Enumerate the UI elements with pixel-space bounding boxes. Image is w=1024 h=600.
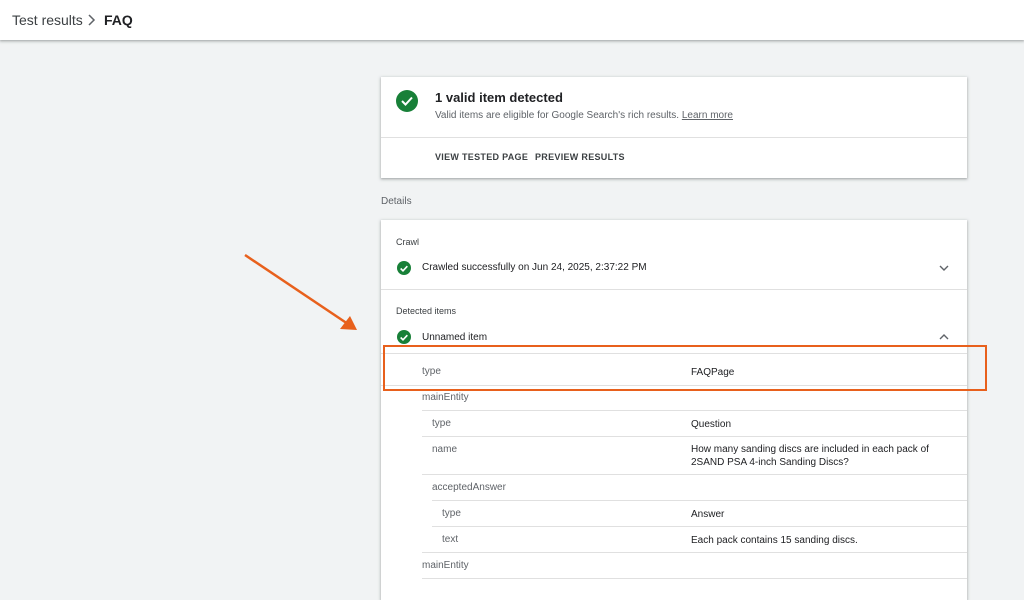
- annotation-arrow-icon: [244, 253, 357, 330]
- top-bar: Test results FAQ: [0, 0, 1024, 40]
- property-key: acceptedAnswer: [432, 482, 506, 493]
- property-key: name: [432, 444, 458, 455]
- chevron-down-icon[interactable]: [939, 264, 949, 272]
- divider: [422, 578, 967, 579]
- summary-title: 1 valid item detected: [435, 90, 563, 105]
- divider: [381, 289, 967, 290]
- property-row: text Each pack contains 15 sanding discs…: [381, 526, 967, 552]
- property-value: Question: [691, 419, 732, 430]
- breadcrumb-test-results[interactable]: Test results: [12, 12, 83, 28]
- preview-results-button[interactable]: PREVIEW RESULTS: [535, 152, 625, 162]
- property-key: mainEntity: [422, 560, 469, 571]
- check-circle-icon: [397, 330, 411, 344]
- item-name: Unnamed item: [422, 332, 488, 343]
- summary-subtitle: Valid items are eligible for Google Sear…: [435, 110, 733, 121]
- check-circle-icon: [397, 261, 411, 275]
- crawl-status: Crawled successfully on Jun 24, 2025, 2:…: [422, 262, 647, 273]
- property-key: type: [442, 508, 461, 519]
- check-circle-icon: [396, 90, 418, 112]
- property-key: type: [432, 418, 451, 429]
- summary-card: 1 valid item detected Valid items are el…: [381, 77, 967, 178]
- property-row: acceptedAnswer: [381, 474, 967, 500]
- annotation-highlight-box: [383, 345, 987, 391]
- property-key: mainEntity: [422, 392, 469, 403]
- learn-more-link[interactable]: Learn more: [682, 110, 733, 121]
- view-tested-page-button[interactable]: VIEW TESTED PAGE: [435, 152, 528, 162]
- property-value: Answer: [691, 509, 725, 520]
- detected-items-label: Detected items: [396, 306, 457, 316]
- chevron-up-icon[interactable]: [939, 333, 949, 341]
- details-label: Details: [381, 196, 412, 207]
- property-key: text: [442, 534, 459, 545]
- details-card: Crawl Crawled successfully on Jun 24, 20…: [381, 220, 967, 600]
- breadcrumb-faq: FAQ: [104, 12, 133, 28]
- chevron-right-icon: [88, 14, 96, 26]
- property-value: How many sanding discs are included in e…: [691, 444, 929, 468]
- property-row: name How many sanding discs are included…: [381, 436, 967, 474]
- property-row: type Question: [381, 410, 967, 436]
- crawl-section-label: Crawl: [396, 237, 420, 247]
- divider: [381, 137, 967, 138]
- property-row: mainEntity: [381, 552, 967, 578]
- property-row: type Answer: [381, 500, 967, 526]
- property-value: Each pack contains 15 sanding discs.: [691, 535, 858, 546]
- summary-subtitle-text: Valid items are eligible for Google Sear…: [435, 110, 680, 121]
